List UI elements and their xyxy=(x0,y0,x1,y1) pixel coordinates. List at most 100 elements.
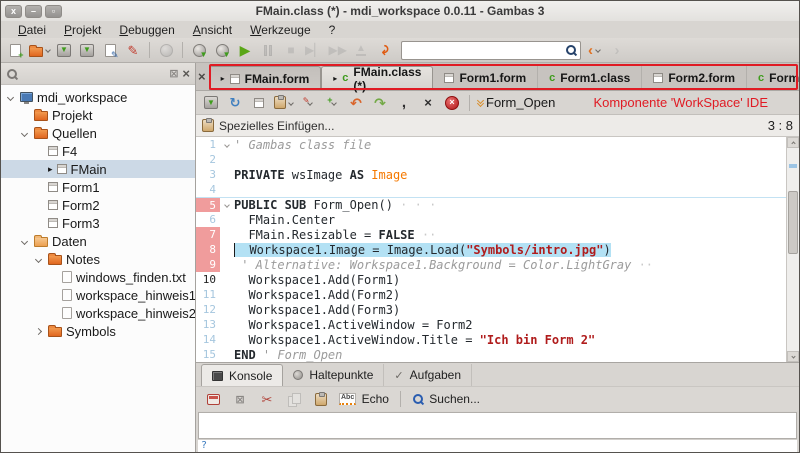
tree-row[interactable]: workspace_hinweis1.txt xyxy=(1,286,195,304)
code-line[interactable]: 1 ' Gambas class file xyxy=(196,137,786,152)
code-line[interactable]: 12 Workspace1.Add(Form3) xyxy=(196,302,786,317)
menu-datei[interactable]: Datei xyxy=(9,21,55,38)
step-button[interactable]: ▶▏ xyxy=(304,40,324,61)
tab-close-icon[interactable]: × xyxy=(196,70,209,83)
fold-arrow-icon[interactable] xyxy=(224,142,230,148)
code-line[interactable]: 2 xyxy=(196,152,786,167)
bookmark-button[interactable]: + xyxy=(322,92,342,113)
line-number[interactable]: 1 xyxy=(196,137,220,152)
editor-scrollbar[interactable] xyxy=(786,137,799,362)
paste-button[interactable] xyxy=(311,389,331,410)
window-maximize-button[interactable]: ▫ xyxy=(45,5,62,18)
code-line[interactable]: 13 Workspace1.ActiveWindow = Form2 xyxy=(196,317,786,332)
editor-reload-button[interactable]: ↻ xyxy=(225,92,245,113)
expander-icon[interactable] xyxy=(34,255,41,262)
compile-button[interactable] xyxy=(156,40,176,61)
tree-row[interactable]: Projekt xyxy=(1,106,195,124)
open-project-button[interactable] xyxy=(28,40,51,61)
editor-tab[interactable]: Form2.form xyxy=(642,66,747,90)
undo-button[interactable]: ↶ xyxy=(346,92,366,113)
editor-save-button[interactable]: ▼ xyxy=(201,92,221,113)
line-number[interactable]: 9 xyxy=(196,257,220,272)
line-number[interactable]: 10 xyxy=(196,272,220,287)
uncomment-button[interactable]: × xyxy=(418,92,438,113)
window-minimize-button[interactable]: – xyxy=(25,5,42,18)
console-prompt-row[interactable]: ? xyxy=(198,439,797,452)
window-close-button[interactable]: x xyxy=(5,5,22,18)
line-number[interactable]: 4 xyxy=(196,182,220,197)
tree-row[interactable]: Notes xyxy=(1,250,195,268)
expander-icon[interactable] xyxy=(34,327,41,334)
echo-toggle-button[interactable]: Abc Echo xyxy=(338,389,390,410)
console-output[interactable] xyxy=(198,412,797,439)
paste-special-button[interactable] xyxy=(273,92,294,113)
stop-button[interactable]: ■ xyxy=(281,40,301,61)
run-until-button[interactable]: ▶▶ xyxy=(327,40,347,61)
line-number[interactable]: 13 xyxy=(196,317,220,332)
rename-button[interactable]: ✎ xyxy=(123,40,143,61)
save-project-as-button[interactable]: ▼ xyxy=(77,40,97,61)
tab-haltepunkte[interactable]: Haltepunkte xyxy=(283,364,384,386)
scroll-down-icon[interactable] xyxy=(787,351,799,362)
pause-button[interactable] xyxy=(258,40,278,61)
scrollbar-thumb[interactable] xyxy=(788,191,798,254)
filter-clear-icon[interactable]: ⊠ xyxy=(169,67,178,80)
tree-row[interactable]: F4 xyxy=(1,142,195,160)
menu-help[interactable]: ? xyxy=(320,21,345,38)
form-view-button[interactable] xyxy=(249,92,269,113)
global-search-input[interactable] xyxy=(405,42,565,58)
line-number[interactable]: 6 xyxy=(196,212,220,227)
scroll-up-icon[interactable] xyxy=(787,137,799,148)
code-line[interactable]: 8 Workspace1.Image = Image.Load("Symbols… xyxy=(196,242,786,257)
run-button[interactable]: ▶ xyxy=(235,40,255,61)
save-button[interactable]: ▼ xyxy=(54,40,74,61)
code-line[interactable]: 4 xyxy=(196,182,786,197)
tree-row[interactable]: Daten xyxy=(1,232,195,250)
redo-button[interactable]: ↷ xyxy=(370,92,390,113)
tree-row[interactable]: mdi_workspace xyxy=(1,88,195,106)
editor-tab[interactable]: ▸ c FMain.class (*) xyxy=(321,66,433,90)
line-number[interactable]: 2 xyxy=(196,152,220,167)
filter-close-icon[interactable]: × xyxy=(182,66,190,81)
format-code-button[interactable]: ✎ xyxy=(298,92,318,113)
code-line[interactable]: 11 Workspace1.Add(Form2) xyxy=(196,287,786,302)
open-terminal-button[interactable] xyxy=(203,389,223,410)
tree-row[interactable]: workspace_hinweis2.txt xyxy=(1,304,195,322)
copy-button[interactable] xyxy=(284,389,304,410)
tab-aufgaben[interactable]: ✓Aufgaben xyxy=(384,364,472,386)
tree-row[interactable]: Form2 xyxy=(1,196,195,214)
comment-button[interactable]: , xyxy=(394,92,414,113)
expander-icon[interactable] xyxy=(6,93,13,100)
tree-row[interactable]: Symbols xyxy=(1,322,195,340)
expander-icon[interactable] xyxy=(20,129,27,136)
new-file-button[interactable]: + xyxy=(5,40,25,61)
line-number[interactable]: 12 xyxy=(196,302,220,317)
procedure-list-button[interactable]: Form_Open xyxy=(477,92,556,113)
code-lines[interactable]: 1 ' Gambas class file 2 3 PRIVATE wsImag… xyxy=(196,137,786,362)
menu-projekt[interactable]: Projekt xyxy=(55,21,110,38)
code-line[interactable]: 15 END ' Form_Open xyxy=(196,347,786,362)
menu-ansicht[interactable]: Ansicht xyxy=(184,21,241,38)
editor-tab[interactable]: ▸ FMain.form xyxy=(209,66,322,90)
tree-row[interactable]: Form3 xyxy=(1,214,195,232)
line-number[interactable]: 7 xyxy=(196,227,220,242)
global-search-box[interactable] xyxy=(401,41,581,60)
menu-werkzeuge[interactable]: Werkzeuge xyxy=(241,21,319,38)
nav-back-button[interactable]: ‹ xyxy=(584,40,604,61)
code-line[interactable]: 3 PRIVATE wsImage AS Image xyxy=(196,167,786,182)
code-line[interactable]: 9 ' Alternative: Workspace1.Background =… xyxy=(196,257,786,272)
tree-row[interactable]: Form1 xyxy=(1,178,195,196)
menu-debuggen[interactable]: Debuggen xyxy=(110,21,183,38)
line-number[interactable]: 14 xyxy=(196,332,220,347)
fold-arrow-icon[interactable] xyxy=(224,202,230,208)
line-number[interactable]: 11 xyxy=(196,287,220,302)
tree-row[interactable]: ▸ FMain xyxy=(1,160,195,178)
return-from-function-button[interactable]: ↷ xyxy=(374,40,394,61)
code-line[interactable]: 7 FMain.Resizable = FALSE ·· xyxy=(196,227,786,242)
console-search-button[interactable]: Suchen... xyxy=(411,389,481,410)
line-number[interactable]: 15 xyxy=(196,347,220,362)
tab-konsole[interactable]: Konsole xyxy=(201,364,283,386)
line-number[interactable]: 3 xyxy=(196,167,220,182)
tree-row[interactable]: windows_finden.txt xyxy=(1,268,195,286)
editor-tab[interactable]: c Form1.class xyxy=(538,66,642,90)
